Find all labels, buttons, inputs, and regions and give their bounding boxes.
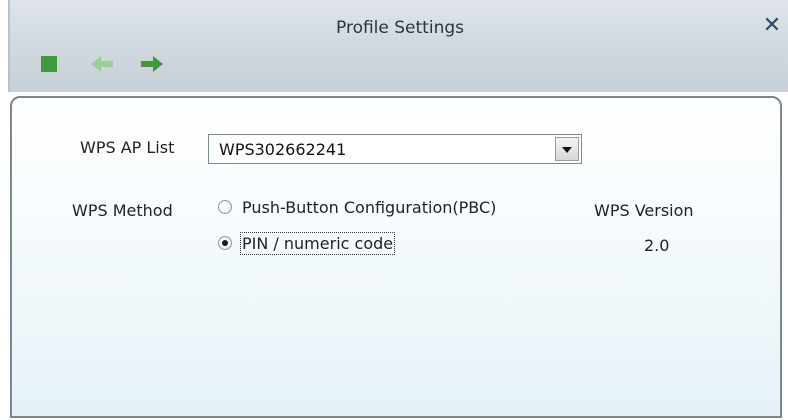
chevron-down-icon[interactable] — [555, 137, 579, 161]
wps-version-label: WPS Version — [594, 201, 694, 220]
stop-icon[interactable] — [38, 54, 62, 74]
ap-list-label: WPS AP List — [80, 138, 175, 157]
wps-settings-panel: WPS AP List WPS302662241 WPS Method Push… — [10, 96, 782, 418]
ap-list-dropdown[interactable]: WPS302662241 — [208, 134, 582, 164]
pin-radio[interactable] — [218, 236, 232, 250]
forward-arrow-icon[interactable] — [140, 54, 164, 74]
wps-method-label: WPS Method — [72, 201, 173, 220]
wps-version-value: 2.0 — [644, 236, 670, 255]
profile-settings-window: Profile Settings ✕ WPS AP List WPS302662… — [0, 0, 788, 420]
window-title: Profile Settings — [336, 18, 464, 38]
back-arrow-icon[interactable] — [90, 54, 114, 74]
pbc-radio[interactable] — [218, 200, 232, 214]
ap-list-selected-value: WPS302662241 — [219, 140, 347, 159]
window-header: Profile Settings ✕ — [8, 0, 788, 92]
pin-radio-label[interactable]: PIN / numeric code — [239, 232, 396, 255]
pbc-radio-label[interactable]: Push-Button Configuration(PBC) — [242, 198, 496, 217]
close-icon[interactable]: ✕ — [762, 14, 782, 38]
